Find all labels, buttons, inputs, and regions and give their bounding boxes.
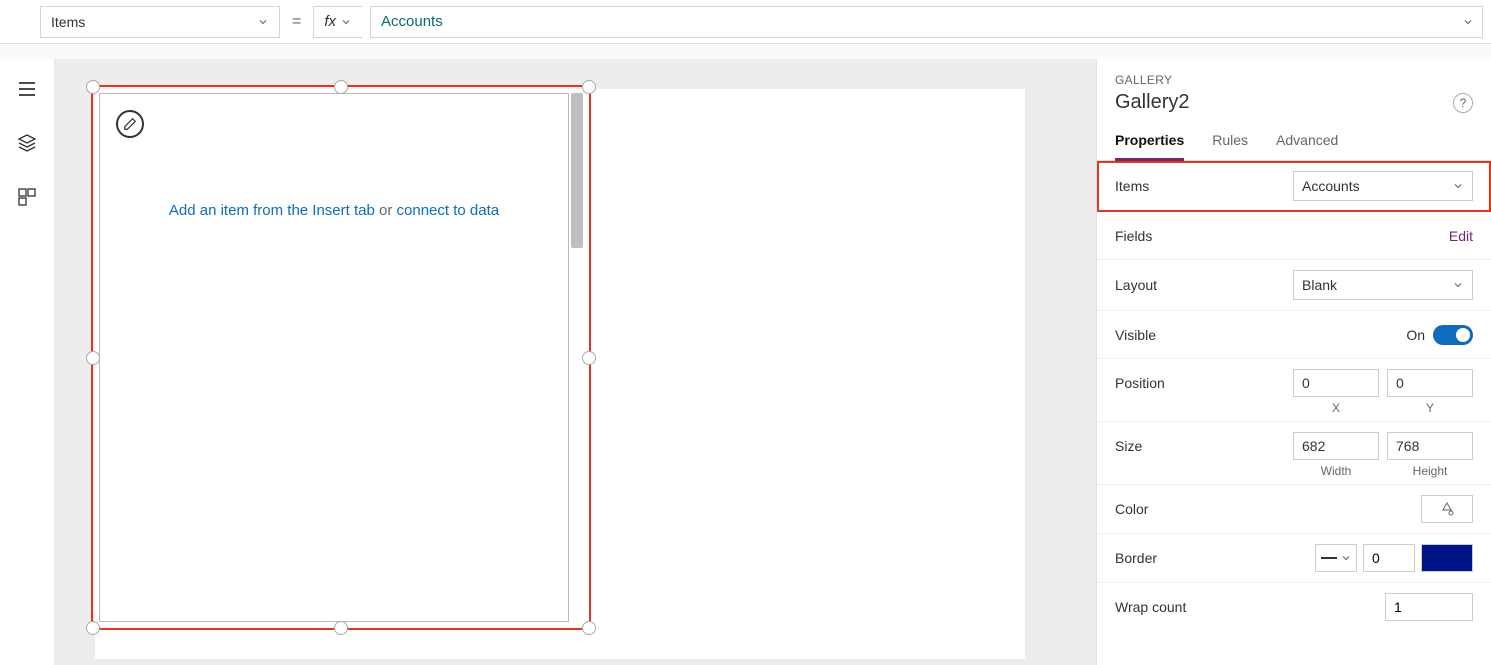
prop-label: Layout xyxy=(1115,277,1293,293)
property-select[interactable]: Items xyxy=(40,6,280,38)
position-x-input[interactable] xyxy=(1293,369,1379,397)
resize-handle[interactable] xyxy=(86,621,100,635)
formula-input[interactable]: Accounts xyxy=(370,6,1483,38)
prop-border: Border xyxy=(1097,534,1491,583)
edit-fields-link[interactable]: Edit xyxy=(1449,228,1473,244)
dim-label: Width xyxy=(1293,464,1379,478)
position-y-input[interactable] xyxy=(1387,369,1473,397)
color-picker[interactable] xyxy=(1421,495,1473,523)
control-type: GALLERY xyxy=(1115,73,1473,87)
prop-label: Color xyxy=(1115,501,1421,517)
layout-select[interactable]: Blank xyxy=(1293,270,1473,300)
prop-label: Border xyxy=(1115,550,1315,566)
dim-label: Height xyxy=(1387,464,1473,478)
wrap-count-input[interactable] xyxy=(1385,593,1473,621)
left-toolbar xyxy=(0,59,55,665)
axis-label: Y xyxy=(1387,401,1473,415)
size-height-input[interactable] xyxy=(1387,432,1473,460)
prop-label: Items xyxy=(1115,178,1293,194)
prop-items: Items Accounts xyxy=(1097,161,1491,212)
prop-fields: Fields Edit xyxy=(1097,212,1491,260)
prop-label: Wrap count xyxy=(1115,599,1385,615)
border-style-select[interactable] xyxy=(1315,544,1357,572)
components-icon[interactable] xyxy=(15,185,39,209)
insert-link[interactable]: Add an item from the Insert tab xyxy=(169,202,375,219)
formula-value: Accounts xyxy=(381,13,443,30)
chevron-down-icon xyxy=(257,16,269,28)
border-color-picker[interactable] xyxy=(1421,544,1473,572)
help-icon[interactable]: ? xyxy=(1453,93,1473,113)
resize-handle[interactable] xyxy=(334,80,348,94)
layers-icon[interactable] xyxy=(15,131,39,155)
resize-handle[interactable] xyxy=(582,351,596,365)
prop-visible: Visible On xyxy=(1097,311,1491,359)
chevron-down-icon[interactable] xyxy=(1462,16,1474,28)
axis-label: X xyxy=(1293,401,1379,415)
prop-label: Size xyxy=(1115,438,1293,454)
prop-size: Size Width Height xyxy=(1097,422,1491,485)
panel-tabs: Properties Rules Advanced xyxy=(1097,122,1491,161)
resize-handle[interactable] xyxy=(582,80,596,94)
fx-button[interactable]: fx xyxy=(313,6,362,38)
chevron-down-icon xyxy=(1452,180,1464,192)
equals-sign: = xyxy=(288,13,305,31)
canvas-area[interactable]: Add an item from the Insert tab or conne… xyxy=(55,59,1096,665)
scrollbar[interactable] xyxy=(571,93,583,248)
chevron-down-icon xyxy=(1340,552,1352,564)
menu-icon[interactable] xyxy=(15,77,39,101)
fx-label: fx xyxy=(324,13,336,30)
property-select-value: Items xyxy=(51,14,85,30)
layout-value: Blank xyxy=(1302,277,1337,293)
prop-color: Color xyxy=(1097,485,1491,534)
tab-rules[interactable]: Rules xyxy=(1212,122,1248,160)
resize-handle[interactable] xyxy=(86,351,100,365)
chevron-down-icon xyxy=(340,16,352,28)
app-screen[interactable]: Add an item from the Insert tab or conne… xyxy=(95,89,1025,659)
prop-label: Position xyxy=(1115,375,1293,391)
prop-layout: Layout Blank xyxy=(1097,260,1491,311)
items-select[interactable]: Accounts xyxy=(1293,171,1473,201)
gallery-hint: Add an item from the Insert tab or conne… xyxy=(100,202,568,219)
items-value: Accounts xyxy=(1302,178,1360,194)
toggle-state: On xyxy=(1406,327,1425,343)
tab-advanced[interactable]: Advanced xyxy=(1276,122,1338,160)
border-width-input[interactable] xyxy=(1363,544,1415,572)
chevron-down-icon xyxy=(1452,279,1464,291)
formula-bar: Items = fx Accounts xyxy=(0,0,1491,44)
resize-handle[interactable] xyxy=(86,80,100,94)
tab-properties[interactable]: Properties xyxy=(1115,122,1184,160)
prop-label: Visible xyxy=(1115,327,1406,343)
connect-data-link[interactable]: connect to data xyxy=(397,202,500,219)
panel-header: GALLERY Gallery2 ? xyxy=(1097,59,1491,122)
gallery-control[interactable]: Add an item from the Insert tab or conne… xyxy=(99,93,569,622)
visible-toggle[interactable]: On xyxy=(1406,325,1473,345)
prop-label: Fields xyxy=(1115,228,1449,244)
size-width-input[interactable] xyxy=(1293,432,1379,460)
resize-handle[interactable] xyxy=(582,621,596,635)
control-name[interactable]: Gallery2 xyxy=(1115,91,1189,114)
resize-handle[interactable] xyxy=(334,621,348,635)
gallery-selection[interactable]: Add an item from the Insert tab or conne… xyxy=(91,85,591,630)
edit-icon[interactable] xyxy=(116,110,144,138)
prop-position: Position X Y xyxy=(1097,359,1491,422)
hint-or: or xyxy=(375,202,397,219)
toggle-switch[interactable] xyxy=(1433,325,1473,345)
prop-wrap-count: Wrap count xyxy=(1097,583,1491,631)
properties-panel: GALLERY Gallery2 ? Properties Rules Adva… xyxy=(1096,59,1491,665)
